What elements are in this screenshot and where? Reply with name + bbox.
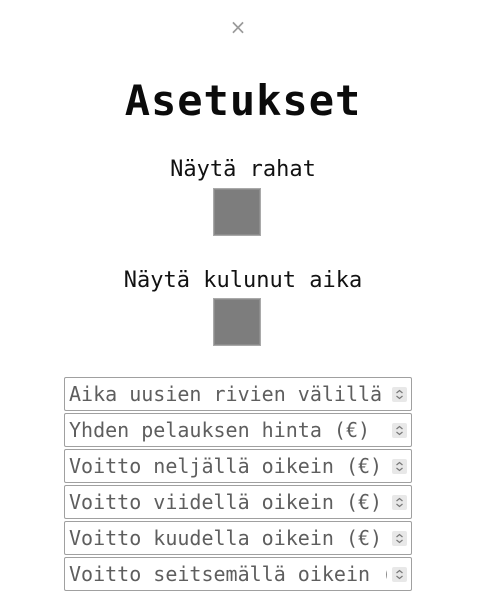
spinner-arrows-icon[interactable] [392, 495, 407, 510]
page-title: Asetukset [124, 76, 362, 125]
row-interval-input[interactable] [65, 378, 387, 410]
spinner-arrows-icon[interactable] [392, 423, 407, 438]
settings-number-fields [64, 377, 412, 593]
show-elapsed-time-label: Näytä kulunut aika [123, 268, 363, 293]
prize-four-input[interactable] [65, 450, 387, 482]
close-icon[interactable]: × [230, 15, 247, 39]
prize-four-field[interactable] [64, 449, 412, 483]
prize-six-input[interactable] [65, 522, 387, 554]
spinner-arrows-icon[interactable] [392, 567, 407, 582]
play-price-input[interactable] [65, 414, 387, 446]
spinner-arrows-icon[interactable] [392, 459, 407, 474]
spinner-arrows-icon[interactable] [392, 387, 407, 402]
close-button[interactable]: × [229, 14, 247, 40]
prize-six-field[interactable] [64, 521, 412, 555]
row-interval-field[interactable] [64, 377, 412, 411]
show-elapsed-time-checkbox[interactable] [213, 298, 261, 346]
show-money-checkbox[interactable] [213, 188, 261, 236]
prize-seven-input[interactable] [65, 558, 387, 590]
prize-five-field[interactable] [64, 485, 412, 519]
show-money-label: Näytä rahat [170, 157, 316, 182]
prize-seven-field[interactable] [64, 557, 412, 591]
play-price-field[interactable] [64, 413, 412, 447]
prize-five-input[interactable] [65, 486, 387, 518]
spinner-arrows-icon[interactable] [392, 531, 407, 546]
